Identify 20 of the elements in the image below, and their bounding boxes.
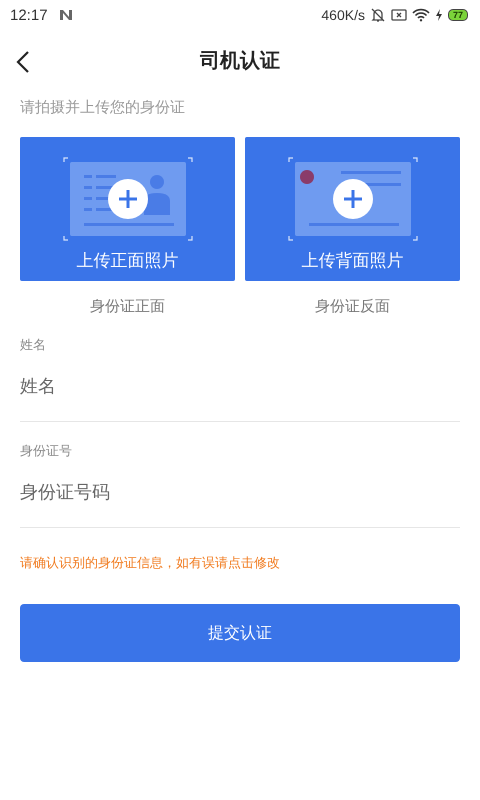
field-label: 身份证号 [20,443,73,460]
instruction-text: 请拍摄并上传您的身份证 [20,98,186,117]
wifi-icon [412,8,430,22]
status-time: 12:17 [10,6,48,24]
upload-label: 上传正面照片 [76,250,178,272]
sim-icon [390,8,407,22]
upload-card[interactable]: 上传背面照片 [245,137,460,281]
field-label: 姓名 [20,337,47,354]
card-caption: 身份证正面 [90,297,165,316]
page-title: 司机认证 [200,46,280,74]
battery-level: 77 [448,9,468,21]
upload-label: 上传背面照片 [302,250,404,272]
card-caption: 身份证反面 [315,297,390,316]
upload-card[interactable]: 上传正面照片 [20,137,235,281]
submit-button[interactable]: 提交认证 [20,604,460,662]
mute-icon [370,7,386,23]
notification-icon [58,9,73,21]
notice-text: 请确认识别的身份证信息，如有误请点击修改 [20,555,281,572]
network-speed: 460K/s [321,7,365,23]
charging-icon [434,9,443,21]
